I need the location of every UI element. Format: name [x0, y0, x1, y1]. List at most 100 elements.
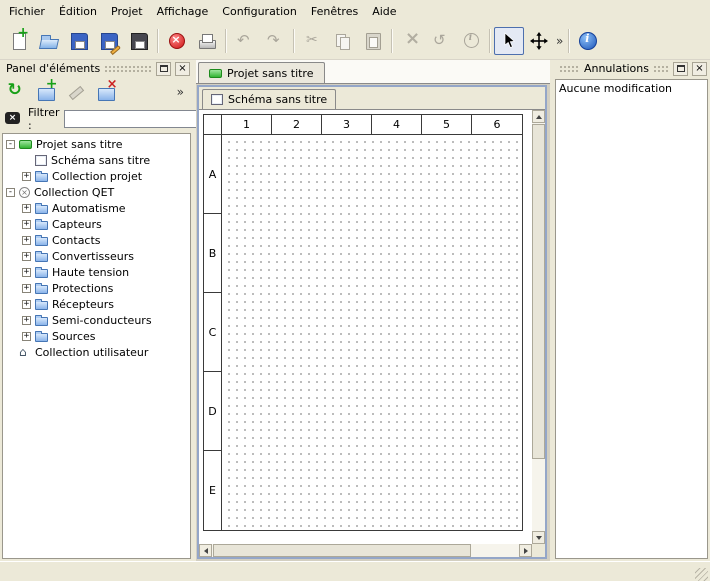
save-button[interactable]	[64, 27, 94, 55]
save-as-button[interactable]	[94, 27, 124, 55]
tree-item-schema-sans-titre[interactable]: Schéma sans titre	[3, 152, 190, 168]
column-header: 5	[422, 115, 472, 135]
scroll-down-button[interactable]	[532, 531, 545, 544]
tab-schema-sans-titre[interactable]: Schéma sans titre	[202, 89, 336, 109]
tree-item-sources[interactable]: + Sources	[3, 328, 190, 344]
pan-tool-button[interactable]	[524, 27, 554, 55]
undo-button[interactable]	[230, 27, 260, 55]
schema-tabbar: Schéma sans titre	[199, 87, 545, 109]
tab-projet-sans-titre[interactable]: Projet sans titre	[198, 62, 325, 83]
undo-panel-titlebar[interactable]: Annulations ×	[553, 60, 710, 77]
filter-label: Filtrer :	[28, 106, 60, 132]
tree-expander[interactable]: +	[22, 204, 31, 213]
tree-expander[interactable]: +	[22, 268, 31, 277]
menu-affichage[interactable]: Affichage	[150, 0, 216, 22]
paste-button[interactable]	[358, 27, 388, 55]
tree-expander[interactable]: +	[22, 220, 31, 229]
menu-edition[interactable]: Édition	[52, 0, 104, 22]
dock-float-button[interactable]	[673, 62, 688, 76]
menu-fenetres[interactable]: Fenêtres	[304, 0, 365, 22]
horizontal-scroll-thumb[interactable]	[213, 544, 471, 557]
save-all-button[interactable]	[124, 27, 154, 55]
close-file-button[interactable]	[162, 27, 192, 55]
menu-configuration[interactable]: Configuration	[215, 0, 304, 22]
horizontal-scrollbar[interactable]	[199, 544, 532, 557]
scroll-right-button[interactable]	[519, 544, 532, 557]
schema-grid-canvas[interactable]	[222, 135, 522, 530]
dock-drag-handle[interactable]	[104, 65, 152, 73]
mdi-area: Projet sans titre Schéma sans titre	[196, 60, 550, 561]
new-element-button[interactable]	[33, 79, 60, 106]
cut-button[interactable]	[298, 27, 328, 55]
dock-drag-handle[interactable]	[559, 65, 580, 73]
row-header: E	[204, 451, 222, 530]
vertical-scroll-track[interactable]	[532, 123, 545, 531]
tree-item-haute-tension[interactable]: + Haute tension	[3, 264, 190, 280]
tree-item-contacts[interactable]: + Contacts	[3, 232, 190, 248]
reload-collections-button[interactable]	[3, 79, 30, 106]
elements-panel-titlebar[interactable]: Panel d'éléments ×	[0, 60, 193, 77]
project-window: Schéma sans titre 1 2 3 4 5	[197, 85, 547, 559]
scroll-up-button[interactable]	[532, 110, 545, 123]
close-file-icon	[167, 31, 187, 51]
folder-icon	[35, 237, 48, 246]
tree-expander[interactable]: +	[22, 300, 31, 309]
tree-item-projet-sans-titre[interactable]: - Projet sans titre	[3, 136, 190, 152]
panel-toolbar-overflow-chevron[interactable]: »	[175, 85, 190, 99]
tree-item-collection-qet[interactable]: - Collection QET	[3, 184, 190, 200]
tree-expander[interactable]: +	[22, 236, 31, 245]
schema-view[interactable]: 1 2 3 4 5 6 A B C D E	[199, 110, 532, 544]
menu-projet[interactable]: Projet	[104, 0, 150, 22]
clear-filter-icon[interactable]	[4, 109, 24, 129]
about-button[interactable]	[573, 27, 603, 55]
delete-button[interactable]	[396, 27, 426, 55]
print-button[interactable]	[192, 27, 222, 55]
dock-close-button[interactable]: ×	[175, 62, 190, 76]
open-folder-icon	[39, 31, 59, 51]
toolbar-overflow-chevron[interactable]: »	[554, 34, 565, 48]
scroll-left-button[interactable]	[199, 544, 212, 557]
rotate-button[interactable]	[426, 27, 456, 55]
dock-drag-handle[interactable]	[653, 65, 669, 73]
tree-item-automatisme[interactable]: + Automatisme	[3, 200, 190, 216]
menu-aide[interactable]: Aide	[365, 0, 403, 22]
qelectrotech-window: Fichier Édition Projet Affichage Configu…	[0, 0, 710, 581]
vertical-scrollbar[interactable]	[532, 110, 545, 544]
tree-item-recepteurs[interactable]: + Récepteurs	[3, 296, 190, 312]
horizontal-scroll-track[interactable]	[212, 544, 519, 557]
vertical-scroll-thumb[interactable]	[532, 124, 545, 459]
move-arrows-icon	[530, 32, 548, 50]
tree-expander[interactable]: +	[22, 316, 31, 325]
dock-close-button[interactable]: ×	[692, 62, 707, 76]
dock-float-button[interactable]	[156, 62, 171, 76]
delete-element-button[interactable]	[93, 79, 120, 106]
tree-expander[interactable]: -	[6, 188, 15, 197]
element-info-button[interactable]	[456, 27, 486, 55]
copy-button[interactable]	[328, 27, 358, 55]
tree-expander[interactable]: +	[22, 252, 31, 261]
tree-expander[interactable]: +	[22, 172, 31, 181]
tree-expander[interactable]: +	[22, 284, 31, 293]
tree-item-semi-conducteurs[interactable]: + Semi-conducteurs	[3, 312, 190, 328]
tree-item-convertisseurs[interactable]: + Convertisseurs	[3, 248, 190, 264]
open-button[interactable]	[34, 27, 64, 55]
redo-button[interactable]	[260, 27, 290, 55]
resize-grip[interactable]	[695, 568, 708, 581]
new-project-button[interactable]	[4, 27, 34, 55]
project-tab-label: Projet sans titre	[227, 67, 314, 80]
info-circle-icon	[461, 31, 481, 51]
tree-item-label: Protections	[52, 282, 113, 295]
undo-history-list[interactable]: Aucune modification	[555, 79, 708, 559]
tree-item-collection-projet[interactable]: + Collection projet	[3, 168, 190, 184]
tree-item-collection-utilisateur[interactable]: Collection utilisateur	[3, 344, 190, 360]
arrow-right-icon	[524, 548, 528, 554]
tree-expander[interactable]: -	[6, 140, 15, 149]
tree-item-capteurs[interactable]: + Capteurs	[3, 216, 190, 232]
tree-expander[interactable]: +	[22, 332, 31, 341]
edit-element-button[interactable]	[63, 79, 90, 106]
tree-item-protections[interactable]: + Protections	[3, 280, 190, 296]
column-header: 2	[272, 115, 322, 135]
menu-fichier[interactable]: Fichier	[2, 0, 52, 22]
tree-item-label: Récepteurs	[52, 298, 114, 311]
select-tool-button[interactable]	[494, 27, 524, 55]
